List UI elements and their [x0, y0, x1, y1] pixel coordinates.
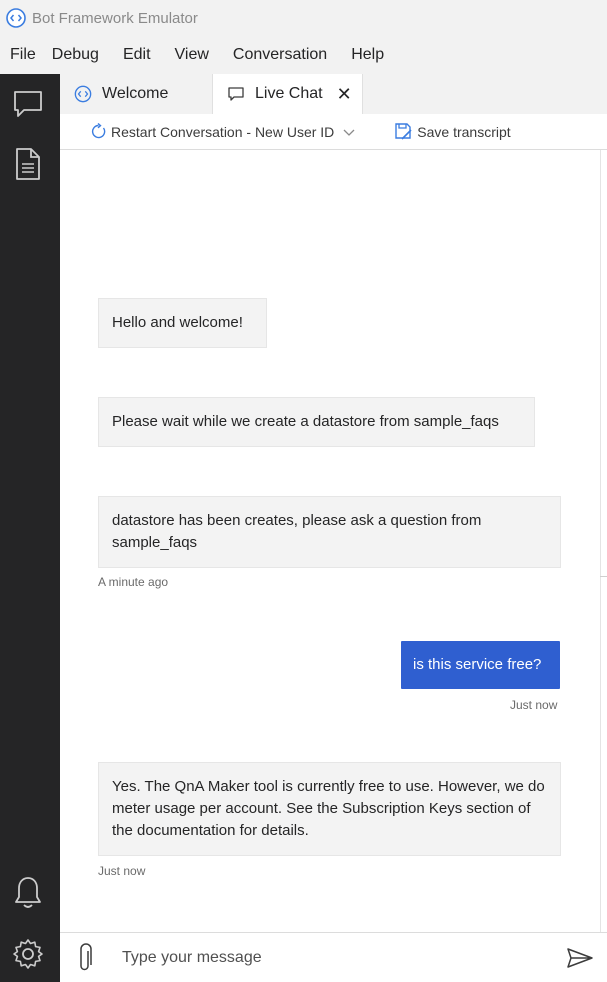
tab-label: Welcome — [102, 85, 169, 102]
tab-bar: Welcome Live Chat ✕ — [60, 74, 607, 114]
chat-icon — [14, 91, 42, 117]
title-bar: Bot Framework Emulator — [0, 0, 607, 36]
message-composer — [60, 932, 607, 982]
restart-conversation-button[interactable]: Restart Conversation - New User ID — [90, 123, 334, 140]
sidebar-item-notifications[interactable] — [0, 864, 56, 920]
sidebar-item-transcripts[interactable] — [0, 136, 56, 192]
save-icon — [395, 123, 412, 140]
menu-debug[interactable]: Debug — [52, 46, 99, 64]
tab-label: Live Chat — [255, 85, 323, 102]
tab-welcome[interactable]: Welcome — [60, 74, 212, 114]
restart-conversation-label: Restart Conversation - New User ID — [111, 123, 335, 140]
bot-emulator-icon — [74, 85, 92, 103]
chat-toolbar: Restart Conversation - New User ID Save … — [60, 114, 607, 150]
bot-message: Yes. The QnA Maker tool is currently fre… — [98, 762, 561, 856]
message-timestamp: A minute ago — [98, 575, 169, 589]
menu-conversation[interactable]: Conversation — [233, 46, 327, 64]
chat-icon — [228, 87, 244, 101]
send-button[interactable] — [553, 947, 607, 969]
chevron-down-icon[interactable] — [342, 125, 356, 139]
bot-message: Please wait while we create a datastore … — [98, 397, 535, 447]
scrollbar-track[interactable] — [600, 150, 601, 932]
sidebar-item-settings[interactable] — [0, 926, 56, 982]
menu-file[interactable]: File — [10, 46, 36, 64]
menu-bar: File Debug Edit View Conversation Help — [0, 36, 607, 74]
message-input[interactable] — [110, 948, 553, 967]
bot-message: datastore has been creates, please ask a… — [98, 496, 561, 568]
send-icon — [567, 947, 593, 968]
save-transcript-label: Save transcript — [417, 123, 511, 140]
menu-view[interactable]: View — [175, 46, 209, 64]
user-message: is this service free? — [401, 641, 560, 689]
attach-button[interactable] — [60, 942, 110, 973]
save-transcript-button[interactable]: Save transcript — [394, 122, 511, 141]
bot-message: Hello and welcome! — [98, 298, 267, 348]
gear-icon — [13, 939, 43, 969]
chat-transcript[interactable]: Hello and welcome! Please wait while we … — [60, 150, 600, 932]
close-icon[interactable]: ✕ — [337, 84, 352, 105]
scrollbar-thumb[interactable] — [600, 576, 607, 577]
paperclip-icon — [80, 942, 92, 970]
window-title: Bot Framework Emulator — [32, 9, 198, 27]
bot-emulator-icon — [6, 8, 26, 28]
nav-sidebar — [0, 74, 60, 982]
tab-live-chat[interactable]: Live Chat ✕ — [212, 74, 363, 114]
message-timestamp: Just now — [98, 864, 146, 878]
sidebar-item-chat[interactable] — [0, 76, 56, 132]
restart-icon — [91, 123, 106, 139]
transcript-document-icon — [16, 148, 40, 180]
bell-icon — [15, 877, 41, 908]
menu-help[interactable]: Help — [351, 46, 384, 64]
message-timestamp: Just now — [510, 698, 558, 712]
menu-edit[interactable]: Edit — [123, 46, 151, 64]
